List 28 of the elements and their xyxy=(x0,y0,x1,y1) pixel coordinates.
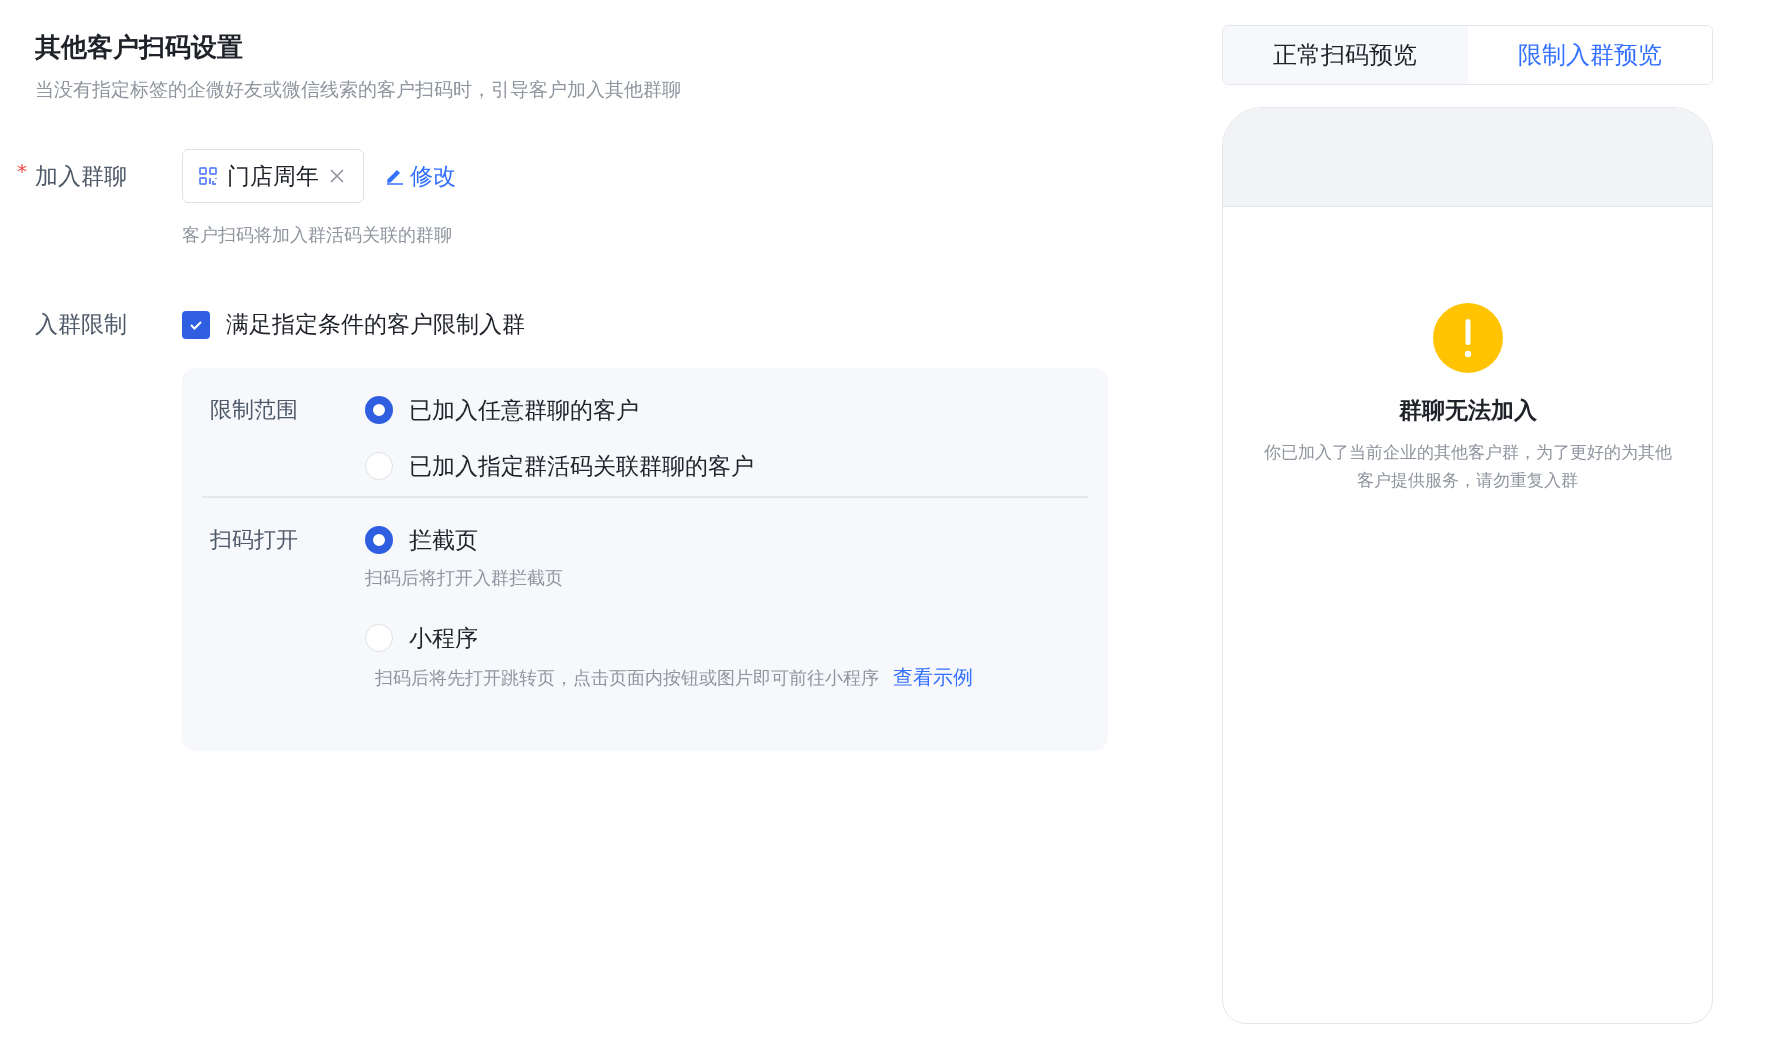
required-asterisk: * xyxy=(17,158,27,183)
edit-link[interactable]: 修改 xyxy=(386,160,456,192)
pencil-icon xyxy=(386,167,404,185)
radio-label: 已加入指定群活码关联群聊的客户 xyxy=(409,451,754,481)
qr-code-icon xyxy=(199,167,217,185)
radio-label: 小程序 xyxy=(409,623,478,653)
field-label: 入群限制 xyxy=(35,311,127,337)
checkbox[interactable] xyxy=(182,310,210,339)
radio-button[interactable] xyxy=(365,526,393,554)
option-group-label: 限制范围 xyxy=(210,397,298,422)
notice-text: 你已加入了当前企业的其他客户群，为了更好的为其他客户提供服务，请勿重复入群 xyxy=(1262,441,1673,492)
checkbox-label: 满足指定条件的客户限制入群 xyxy=(226,310,525,339)
field-label: 加入群聊 xyxy=(35,162,127,189)
warning-icon xyxy=(1432,303,1503,373)
notice-title: 群聊无法加入 xyxy=(1398,396,1537,425)
section-description: 当没有指定标签的企微好友或微信线索的客户扫码时，引导客户加入其他群聊 xyxy=(35,77,682,102)
close-icon[interactable] xyxy=(329,168,345,184)
preview-tab[interactable]: 正常扫码预览 xyxy=(1223,26,1468,84)
radio-label: 已加入任意群聊的客户 xyxy=(409,395,639,425)
option-hint: 扫码后将打开入群拦截页 xyxy=(365,566,563,590)
option-group-label: 扫码打开 xyxy=(210,527,298,552)
group-tag[interactable]: 门店周年 xyxy=(182,149,364,203)
radio-button[interactable] xyxy=(365,396,393,424)
option-hint: 扫码后将先打开跳转页，点击页面内按钮或图片即可前往小程序 xyxy=(375,665,879,690)
section-title: 其他客户扫码设置 xyxy=(35,31,244,64)
example-link[interactable]: 查看示例 xyxy=(893,664,973,691)
radio-label: 拦截页 xyxy=(409,525,478,555)
field-hint: 客户扫码将加入群活码关联的群聊 xyxy=(182,223,453,247)
